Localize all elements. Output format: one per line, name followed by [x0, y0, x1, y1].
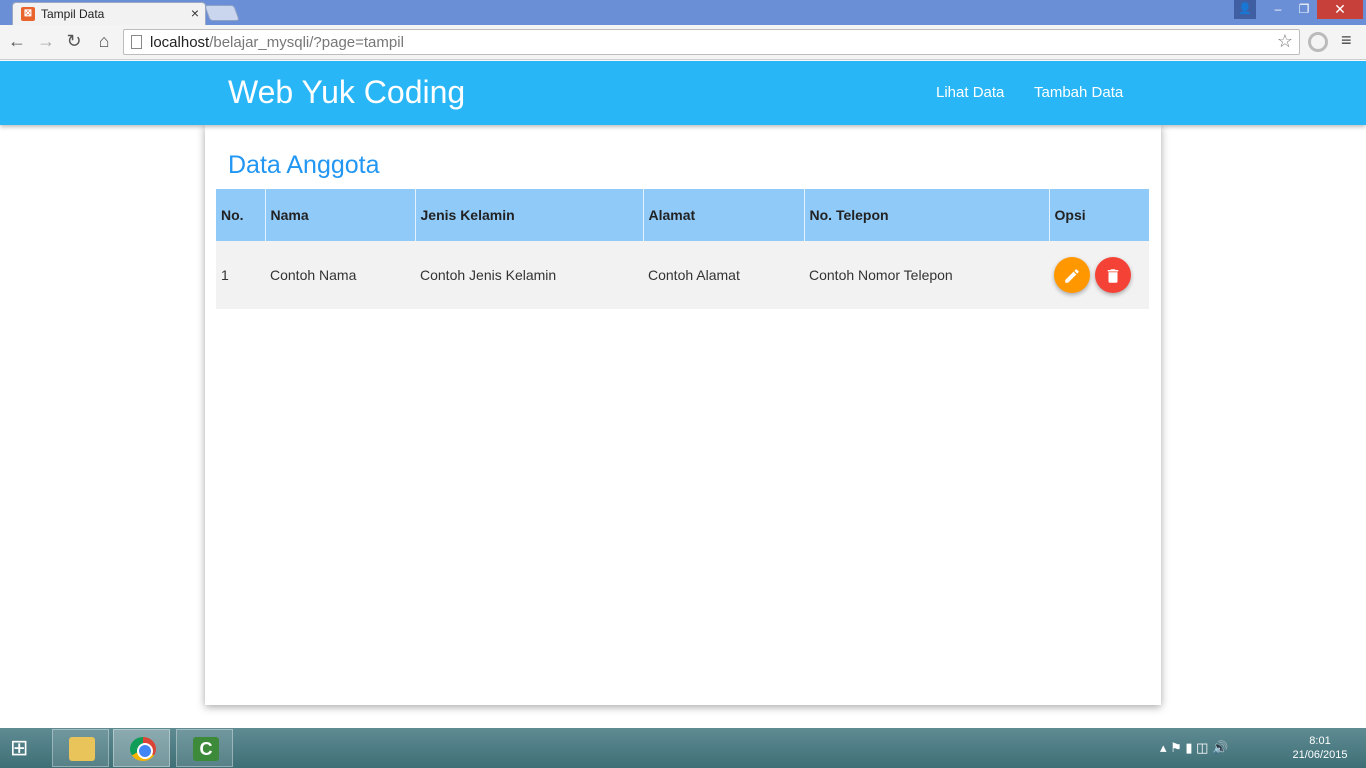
page-title: Data Anggota	[228, 151, 380, 179]
cell-no: 1	[216, 241, 265, 309]
table-row: 1 Contoh Nama Contoh Jenis Kelamin Conto…	[216, 241, 1149, 309]
taskbar-chrome[interactable]	[113, 729, 170, 767]
cell-nama: Contoh Nama	[265, 241, 415, 309]
extension-icon[interactable]	[1308, 32, 1328, 52]
windows-taskbar: ⊞ C ▴ ⚑ ▮ ◫ 🔊 8:01 21/06/2015	[0, 728, 1366, 768]
nav-link-tambah-data[interactable]: Tambah Data	[1034, 84, 1123, 101]
reload-icon[interactable]: ↻	[64, 31, 84, 51]
page-icon	[131, 35, 142, 49]
taskbar-file-explorer[interactable]	[52, 729, 109, 767]
cell-telepon: Contoh Nomor Telepon	[804, 241, 1049, 309]
delete-button[interactable]	[1095, 257, 1131, 293]
taskbar-camtasia[interactable]: C	[176, 729, 233, 767]
restore-button[interactable]: ❐	[1291, 0, 1317, 19]
back-arrow-icon[interactable]: ←	[7, 31, 27, 51]
close-window-button[interactable]: ✕	[1317, 0, 1363, 19]
header-nama: Nama	[264, 189, 415, 241]
brand-title[interactable]: Web Yuk Coding	[228, 74, 465, 111]
url-path: /belajar_mysqli/?page=tampil	[209, 34, 404, 51]
home-icon[interactable]: ⌂	[94, 31, 114, 51]
camtasia-icon: C	[193, 737, 219, 761]
url-text: localhost/belajar_mysqli/?page=tampil	[150, 34, 404, 51]
header-alamat: Alamat	[642, 189, 804, 241]
tab-title: Tampil Data	[41, 7, 105, 21]
app-navbar: Web Yuk Coding Lihat Data Tambah Data	[0, 61, 1366, 125]
address-bar[interactable]: localhost/belajar_mysqli/?page=tampil ☆	[123, 29, 1300, 55]
browser-toolbar: ← → ↻ ⌂ localhost/belajar_mysqli/?page=t…	[0, 25, 1366, 60]
taskbar-clock[interactable]: 8:01 21/06/2015	[1288, 734, 1352, 762]
windows-start-icon[interactable]: ⊞	[10, 736, 38, 760]
header-telepon: No. Telepon	[803, 189, 1049, 241]
browser-titlebar: ⊠ Tampil Data × 👤 – ❐ ✕	[0, 0, 1366, 25]
url-host: localhost	[150, 34, 210, 51]
data-table: No. Nama Jenis Kelamin Alamat No. Telepo…	[216, 189, 1149, 309]
trash-icon	[1107, 269, 1119, 283]
bookmark-star-icon[interactable]: ☆	[1277, 31, 1293, 52]
header-jenis-kelamin: Jenis Kelamin	[414, 189, 643, 241]
header-opsi: Opsi	[1048, 189, 1149, 241]
xampp-favicon-icon: ⊠	[21, 7, 35, 21]
pencil-icon	[1065, 269, 1079, 283]
minimize-button[interactable]: –	[1265, 0, 1291, 19]
nav-link-lihat-data[interactable]: Lihat Data	[936, 84, 1004, 101]
browser-tab[interactable]: ⊠ Tampil Data ×	[12, 2, 206, 25]
cell-alamat: Contoh Alamat	[643, 241, 804, 309]
forward-arrow-icon[interactable]: →	[36, 31, 56, 51]
content-card: Data Anggota No. Nama Jenis Kelamin Alam…	[205, 125, 1161, 705]
cell-opsi	[1049, 241, 1149, 309]
clock-date: 21/06/2015	[1292, 749, 1348, 761]
table-header-row: No. Nama Jenis Kelamin Alamat No. Telepo…	[216, 189, 1149, 241]
new-tab-button[interactable]	[204, 5, 240, 21]
edit-button[interactable]	[1054, 257, 1090, 293]
clock-time: 8:01	[1309, 735, 1331, 747]
cell-jenis-kelamin: Contoh Jenis Kelamin	[415, 241, 643, 309]
system-tray-icons[interactable]: ▴ ⚑ ▮ ◫ 🔊	[1160, 740, 1228, 756]
user-profile-icon[interactable]: 👤	[1234, 0, 1256, 19]
folder-icon	[69, 737, 95, 761]
tab-close-icon[interactable]: ×	[191, 5, 199, 21]
chrome-icon	[130, 737, 156, 761]
header-no: No.	[216, 189, 265, 241]
chrome-menu-icon[interactable]: ≡	[1341, 30, 1352, 51]
